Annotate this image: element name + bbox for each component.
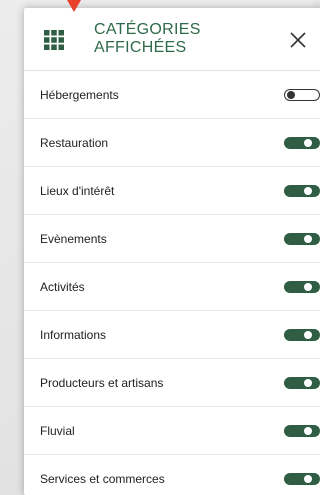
toggle-knob — [304, 138, 312, 147]
category-toggle[interactable] — [284, 328, 320, 341]
category-toggle[interactable] — [284, 232, 320, 245]
toggle-knob — [304, 378, 312, 387]
category-label: Services et commerces — [40, 471, 165, 486]
toggle-knob — [304, 426, 312, 435]
category-label: Activités — [40, 279, 85, 294]
panel-header: CATÉGORIES AFFICHÉES — [24, 8, 320, 71]
category-label: Hébergements — [40, 87, 119, 102]
panel-title: CATÉGORIES AFFICHÉES — [94, 21, 201, 57]
category-list: Hébergements Restauration Lieux d'intérê… — [24, 71, 320, 495]
category-label: Fluvial — [40, 423, 75, 438]
category-row: Informations — [24, 311, 320, 359]
category-toggle[interactable] — [284, 472, 320, 485]
pointer-marker — [67, 0, 81, 12]
title-line-2: AFFICHÉES — [94, 39, 187, 56]
category-row: Hébergements — [24, 71, 320, 119]
toggle-knob — [304, 282, 312, 291]
category-toggle[interactable] — [284, 136, 320, 149]
category-row: Producteurs et artisans — [24, 359, 320, 407]
toggle-knob — [287, 90, 295, 99]
category-row: Activités — [24, 263, 320, 311]
category-toggle[interactable] — [284, 184, 320, 197]
category-toggle[interactable] — [284, 88, 320, 101]
category-toggle[interactable] — [284, 424, 320, 437]
category-label: Informations — [40, 327, 107, 342]
grid-icon — [44, 30, 64, 50]
category-row: Restauration — [24, 119, 320, 167]
category-label: Lieux d'intérêt — [40, 183, 115, 198]
category-toggle[interactable] — [284, 376, 320, 389]
category-label: Producteurs et artisans — [40, 375, 164, 390]
toggle-knob — [304, 330, 312, 339]
category-toggle[interactable] — [284, 280, 320, 293]
close-icon[interactable] — [288, 30, 308, 50]
category-row: Evènements — [24, 215, 320, 263]
category-label: Evènements — [40, 231, 107, 246]
categories-panel: CATÉGORIES AFFICHÉES Hébergements Restau… — [24, 8, 320, 495]
category-row: Services et commerces — [24, 455, 320, 495]
category-label: Restauration — [40, 135, 109, 150]
title-line-1: CATÉGORIES — [94, 21, 201, 38]
toggle-knob — [304, 474, 312, 483]
toggle-knob — [304, 186, 312, 195]
category-row: Fluvial — [24, 407, 320, 455]
category-row: Lieux d'intérêt — [24, 167, 320, 215]
toggle-knob — [304, 234, 312, 243]
